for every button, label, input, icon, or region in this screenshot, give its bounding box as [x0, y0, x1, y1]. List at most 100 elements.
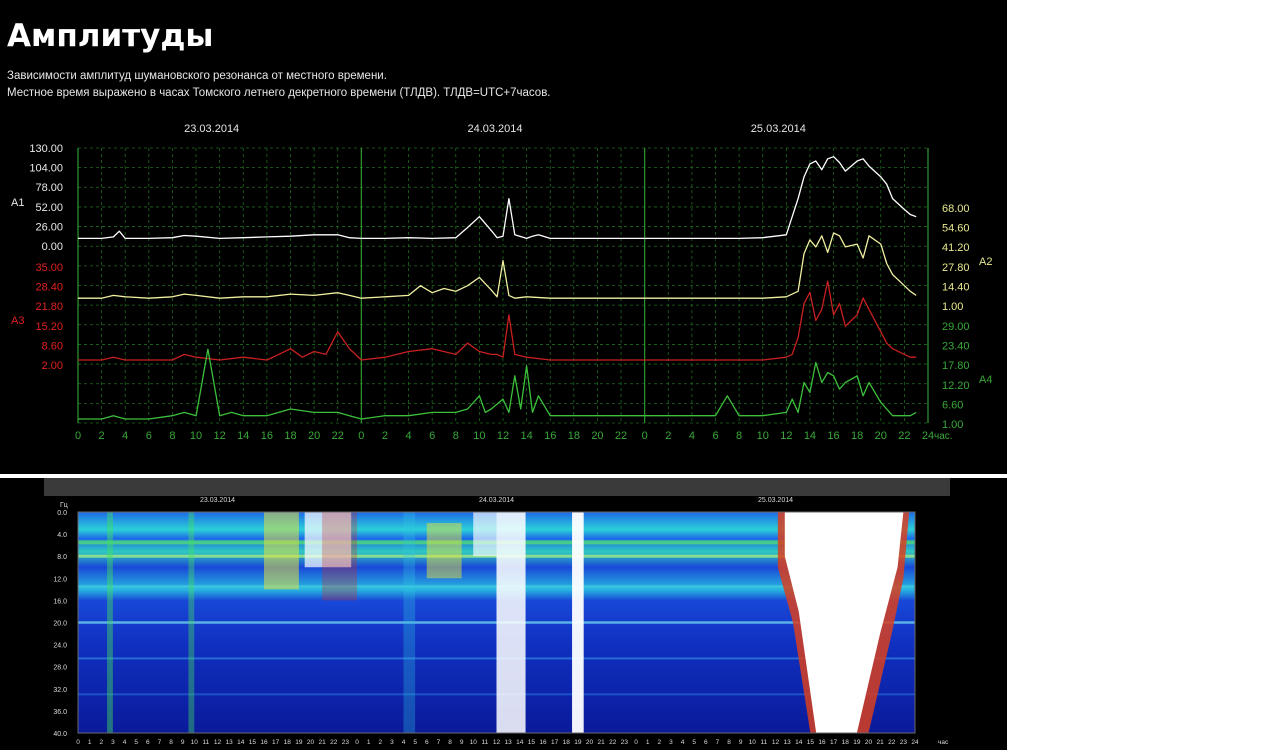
spectrogram-panel: 23.03.2014 24.03.2014 25.03.2014 Гц 0.0 4.0 8.… [0, 478, 1007, 750]
spectrogram-x-tick: 18 [842, 739, 850, 746]
x-tick-label: 18 [568, 430, 580, 442]
x-tick-label: 12 [214, 430, 226, 442]
left-tick-label: 104.00 [29, 163, 63, 175]
left-tick-label: 26.00 [35, 221, 63, 233]
amplitude-line-chart: 23.03.2014 24.03.2014 25.03.20140 2 4 6 8 10 12 1… [11, 123, 992, 442]
spectrogram-x-tick: 6 [425, 739, 429, 746]
right-tick-label: 12.20 [942, 380, 970, 392]
spectrogram-y-tick: 0.0 [57, 510, 67, 517]
spectrogram-x-tick: 1 [367, 739, 371, 746]
x-tick-label: 4 [122, 430, 128, 442]
x-unit-label: час. [934, 431, 953, 442]
spectrogram-x-tick: 2 [99, 739, 103, 746]
x-tick-label: 10 [757, 430, 769, 442]
right-tick-label: 68.00 [942, 203, 970, 215]
spectrogram-x-tick: 14 [237, 739, 245, 746]
left-tick-label: 52.00 [35, 202, 63, 214]
x-tick-label: 12 [497, 430, 509, 442]
left-tick-label: 35.00 [35, 262, 63, 274]
x-tick-label: 6 [429, 430, 435, 442]
x-tick-label: 24 [922, 430, 934, 442]
spectrogram-x-tick: 2 [378, 739, 382, 746]
spectrogram-x-tick: 22 [330, 739, 338, 746]
spectrogram-x-tick: 1 [646, 739, 650, 746]
spectrogram-x-tick: 12 [493, 739, 501, 746]
spectrogram-y-tick: 28.0 [53, 665, 67, 672]
spectrogram-x-tick: 16 [260, 739, 268, 746]
series-label-a3: A3 [11, 315, 24, 327]
spectrogram-y-tick: 24.0 [53, 643, 67, 650]
x-tick-label: 14 [520, 430, 532, 442]
spectrogram-x-tick: 16 [818, 739, 826, 746]
x-tick-label: 0 [75, 430, 81, 442]
date-label: 25.03.2014 [751, 123, 806, 135]
x-tick-label: 0 [358, 430, 364, 442]
spectrogram-chart: 23.03.2014 24.03.2014 25.03.2014 Гц0.0 4.0 8.… [44, 478, 950, 746]
spectrogram-x-tick: 10 [470, 739, 478, 746]
x-tick-label: 20 [875, 430, 887, 442]
left-tick-label: 78.00 [35, 182, 63, 194]
spectrogram-x-tick: 2 [657, 739, 661, 746]
spectrogram-x-tick: 23 [900, 739, 908, 746]
x-tick-label: 14 [804, 430, 816, 442]
x-tick-label: 10 [190, 430, 202, 442]
spectrogram-x-tick: 4 [123, 739, 127, 746]
spectrogram-x-tick: 19 [853, 739, 861, 746]
right-tick-label: 1.00 [942, 301, 963, 313]
spectrogram-x-tick: 0 [634, 739, 638, 746]
spectrogram-activity [322, 512, 357, 601]
x-tick-label: 4 [405, 430, 411, 442]
spectrogram-x-tick: 11 [203, 739, 210, 746]
series-label-a2: A2 [979, 256, 992, 268]
spectrogram-x-tick: 8 [727, 739, 731, 746]
date-label: 24.03.2014 [467, 123, 522, 135]
x-tick-label: 8 [169, 430, 175, 442]
spectrogram-y-tick: 16.0 [53, 598, 67, 605]
right-tick-label: 6.60 [942, 399, 963, 411]
spectrogram-date-label: 24.03.2014 [479, 497, 514, 504]
x-tick-label: 6 [146, 430, 152, 442]
x-tick-label: 6 [712, 430, 718, 442]
spectrogram-y-tick: 36.0 [53, 709, 67, 716]
x-tick-label: 14 [237, 430, 249, 442]
series-line-a2 [78, 232, 917, 299]
x-tick-label: 22 [898, 430, 910, 442]
spectrogram-x-tick: 5 [692, 739, 696, 746]
spectrogram-date-label: 23.03.2014 [200, 497, 235, 504]
x-tick-label: 2 [665, 430, 671, 442]
spectrogram-x-tick: 3 [669, 739, 673, 746]
spectrogram-x-tick: 7 [716, 739, 720, 746]
spectrogram-activity [264, 512, 299, 590]
spectrogram-x-tick: 6 [146, 739, 150, 746]
spectrogram-x-tick: 5 [413, 739, 417, 746]
right-tick-label: 23.40 [942, 341, 970, 353]
spectrogram-activity [572, 512, 584, 733]
spectrogram-x-tick: 6 [704, 739, 708, 746]
left-tick-label: 15.20 [35, 321, 63, 333]
date-label: 23.03.2014 [184, 123, 239, 135]
right-tick-label: 14.40 [942, 281, 970, 293]
x-tick-label: 22 [332, 430, 344, 442]
spectrogram-x-tick: 14 [795, 739, 803, 746]
spectrogram-x-tick: 13 [505, 739, 513, 746]
spectrogram-x-tick: 24 [911, 739, 919, 746]
spectrogram-x-tick: 13 [226, 739, 234, 746]
spectrogram-x-tick: 4 [681, 739, 685, 746]
spectrogram-x-tick: 3 [111, 739, 115, 746]
spectrogram-x-tick: 9 [739, 739, 743, 746]
left-tick-label: 28.40 [35, 282, 63, 294]
spectrogram-x-tick: 22 [609, 739, 617, 746]
spectrogram-x-tick: 19 [295, 739, 303, 746]
spectrogram-x-tick: 4 [402, 739, 406, 746]
spectrogram-y-label: Гц [60, 502, 68, 509]
spectrogram-x-tick: 21 [319, 739, 327, 746]
left-tick-label: 2.00 [42, 360, 63, 372]
x-tick-label: 20 [591, 430, 603, 442]
spectrogram-x-tick: 15 [807, 739, 815, 746]
spectrogram-x-tick: 8 [448, 739, 452, 746]
spectrogram-x-tick: 16 [539, 739, 547, 746]
spectrogram-date-label: 25.03.2014 [758, 497, 793, 504]
spectrogram-x-tick: 11 [761, 739, 768, 746]
spectrogram-header-bar [44, 478, 950, 496]
spectrogram-x-tick: 21 [598, 739, 606, 746]
